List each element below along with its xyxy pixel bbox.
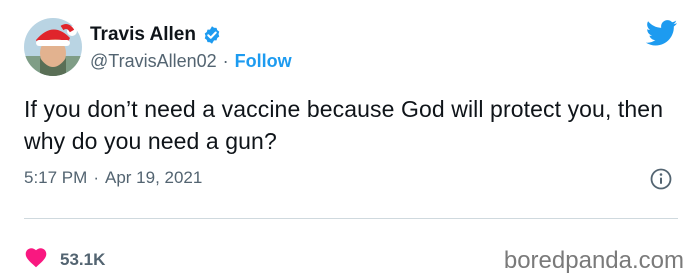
watermark: boredpanda.com <box>503 247 684 274</box>
heart-icon <box>24 246 48 273</box>
tweet-text: If you don’t need a vaccine because God … <box>24 96 664 154</box>
info-icon[interactable] <box>650 168 672 190</box>
author-handle[interactable]: @TravisAllen02 <box>90 51 217 72</box>
tweet-date: Apr 19, 2021 <box>104 168 203 187</box>
divider <box>24 218 678 219</box>
twitter-bird-icon[interactable] <box>645 20 678 51</box>
timestamp-separator: · <box>93 168 99 187</box>
handle-separator: · <box>222 51 229 71</box>
author-handle-row: @TravisAllen02 · Follow <box>90 51 292 72</box>
tweet-time: 5:17 PM <box>24 168 88 187</box>
avatar[interactable] <box>24 18 82 76</box>
tweet-timestamp[interactable]: 5:17 PM · Apr 19, 2021 <box>24 168 202 188</box>
verified-badge-icon <box>202 25 222 45</box>
likes-count: 53.1K <box>60 249 106 269</box>
follow-button[interactable]: Follow <box>235 51 292 72</box>
author-name-row: Travis Allen <box>90 24 222 46</box>
like-button[interactable]: 53.1K <box>24 246 105 273</box>
author-display-name[interactable]: Travis Allen <box>90 24 196 46</box>
